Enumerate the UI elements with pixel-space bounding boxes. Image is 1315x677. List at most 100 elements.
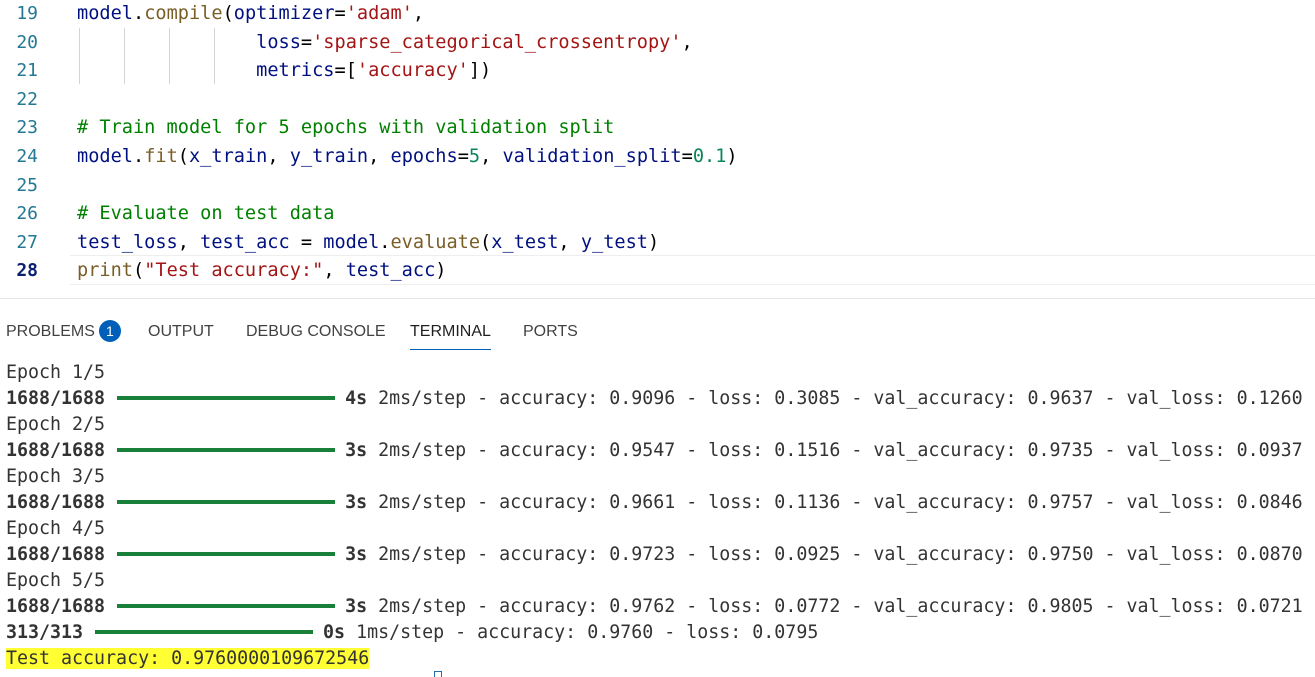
- code-token: optimizer: [233, 3, 335, 24]
- progress-bar: [117, 552, 336, 556]
- tab-problems[interactable]: PROBLEMS 1: [6, 310, 121, 354]
- code-line[interactable]: 26 # Evaluate on test data: [0, 200, 1315, 228]
- tab-label: TERMINAL: [410, 323, 491, 340]
- progress-line: 313/313 0s 1ms/step - accuracy: 0.9760 - …: [6, 620, 818, 646]
- line-number: 25: [16, 174, 38, 196]
- terminal-line: Epoch 4/5: [6, 518, 106, 539]
- step-count: 1688/1688: [6, 544, 106, 565]
- code-token: =[: [334, 60, 357, 82]
- code-token: =: [334, 3, 346, 24]
- problems-count-badge: 1: [98, 319, 121, 342]
- code-line[interactable]: 20 loss='sparse_categorical_crossentropy…: [0, 29, 1315, 57]
- tab-output[interactable]: OUTPUT: [148, 310, 214, 354]
- test-accuracy-line: Test accuracy: 0.9760000109672546: [6, 646, 370, 672]
- code-line[interactable]: 21 metrics=['accuracy']): [0, 57, 1315, 85]
- elapsed-time: 3s: [345, 492, 368, 513]
- code-token: (: [177, 146, 189, 167]
- elapsed-time: 3s: [345, 544, 368, 565]
- metrics-text: 2ms/step - accuracy: 0.9723 - loss: 0.09…: [367, 544, 1303, 565]
- progress-bar: [117, 500, 336, 504]
- code-token: test_loss: [77, 231, 178, 253]
- code-token: ): [647, 231, 660, 253]
- code-line[interactable]: 23 # Train model for 5 epochs with valida…: [0, 114, 1315, 142]
- tab-debug-console[interactable]: DEBUG CONSOLE: [246, 310, 386, 354]
- code-token: (: [132, 260, 145, 282]
- panel-tabs: PROBLEMS 1 OUTPUT DEBUG CONSOLE TERMINAL …: [0, 310, 1315, 354]
- code-text: model.fit(x_train, y_train, epochs=5, va…: [77, 143, 738, 171]
- code-text: print("Test accuracy:", test_acc): [77, 257, 446, 285]
- code-token: 0.1: [692, 146, 727, 167]
- highlighted-result: Test accuracy: 0.9760000109672546: [6, 648, 370, 669]
- code-token: loss: [256, 31, 301, 53]
- terminal-line: Epoch 2/5: [6, 414, 106, 435]
- code-text: # Evaluate on test data: [77, 200, 334, 228]
- code-line[interactable]: 19 model.compile(optimizer='adam',: [0, 0, 1315, 28]
- code-token: "Test accuracy:": [144, 260, 324, 282]
- tab-label: OUTPUT: [148, 323, 214, 340]
- code-token: x_train: [188, 146, 268, 167]
- metrics-text: 2ms/step - accuracy: 0.9762 - loss: 0.07…: [367, 596, 1303, 617]
- terminal-line: Epoch 1/5: [6, 362, 106, 383]
- code-token: # Evaluate on test data: [77, 203, 335, 225]
- code-token: x_test: [491, 231, 559, 253]
- progress-line: 1688/1688 3s 2ms/step - accuracy: 0.9762 …: [6, 594, 1303, 620]
- code-token: test_acc: [345, 260, 436, 282]
- tab-terminal[interactable]: TERMINAL: [410, 310, 491, 354]
- code-token: =: [681, 146, 693, 167]
- code-token: compile: [144, 3, 223, 24]
- code-line[interactable]: 24 model.fit(x_train, y_train, epochs=5, …: [0, 143, 1315, 171]
- code-text: loss='sparse_categorical_crossentropy',: [77, 29, 693, 57]
- code-token: epochs: [390, 146, 458, 167]
- code-text: model.compile(optimizer='adam',: [77, 0, 424, 28]
- metrics-text: 2ms/step - accuracy: 0.9547 - loss: 0.15…: [367, 440, 1303, 461]
- progress-line: 1688/1688 4s 2ms/step - accuracy: 0.9096 …: [6, 386, 1303, 412]
- code-line[interactable]: 22: [0, 86, 1315, 114]
- progress-bar: [117, 396, 336, 400]
- code-token: fit: [144, 146, 178, 167]
- tab-label: PORTS: [523, 323, 578, 340]
- progress-bar: [117, 448, 336, 452]
- code-line[interactable]: 28 print("Test accuracy:", test_acc): [0, 257, 1315, 285]
- code-token: ,: [412, 3, 425, 24]
- code-token: ): [435, 260, 447, 282]
- code-token: 'adam': [345, 3, 413, 24]
- code-token: # Train model for 5 epochs with validati…: [77, 117, 615, 139]
- code-token: y_test: [580, 231, 648, 253]
- line-number: 19: [16, 3, 38, 24]
- code-editor[interactable]: 19 model.compile(optimizer='adam', 20 loss…: [0, 0, 1315, 298]
- line-number: 28: [16, 260, 38, 282]
- progress-bar: [117, 604, 336, 608]
- tab-label: PROBLEMS: [6, 323, 95, 340]
- terminal-output[interactable]: Epoch 1/5 1688/1688 4s 2ms/step - accuracy…: [0, 360, 1315, 677]
- code-token: model: [77, 146, 133, 167]
- code-token: =: [300, 31, 313, 53]
- elapsed-time: 0s: [323, 622, 346, 643]
- code-line[interactable]: 25: [0, 172, 1315, 200]
- code-token: ,: [558, 231, 581, 253]
- elapsed-time: 3s: [345, 596, 368, 617]
- line-number: 27: [16, 231, 38, 253]
- step-count: 1688/1688: [6, 440, 106, 461]
- code-token: ,: [368, 146, 391, 167]
- code-token: ,: [267, 146, 290, 167]
- code-token: ,: [480, 146, 503, 167]
- panel-divider: [0, 298, 1315, 299]
- progress-line: 1688/1688 3s 2ms/step - accuracy: 0.9723 …: [6, 542, 1303, 568]
- code-token: .: [132, 146, 145, 167]
- code-line[interactable]: 27 test_loss, test_acc = model.evaluate(x…: [0, 229, 1315, 257]
- code-token: 'accuracy': [356, 60, 469, 82]
- code-token: ): [726, 146, 738, 167]
- code-token: evaluate: [390, 231, 481, 253]
- code-token: (: [222, 3, 234, 24]
- code-token: metrics: [256, 60, 335, 82]
- tab-ports[interactable]: PORTS: [523, 310, 578, 354]
- code-text: # Train model for 5 epochs with validati…: [77, 114, 614, 142]
- terminal-cursor: [434, 671, 442, 677]
- line-number: 20: [16, 31, 38, 53]
- code-token: .: [379, 231, 391, 253]
- progress-line: 1688/1688 3s 2ms/step - accuracy: 0.9547 …: [6, 438, 1303, 464]
- code-token: =: [457, 146, 469, 167]
- code-token: 'sparse_categorical_crossentropy': [312, 31, 682, 53]
- terminal-line: Epoch 5/5: [6, 570, 106, 591]
- code-token: model: [77, 3, 133, 24]
